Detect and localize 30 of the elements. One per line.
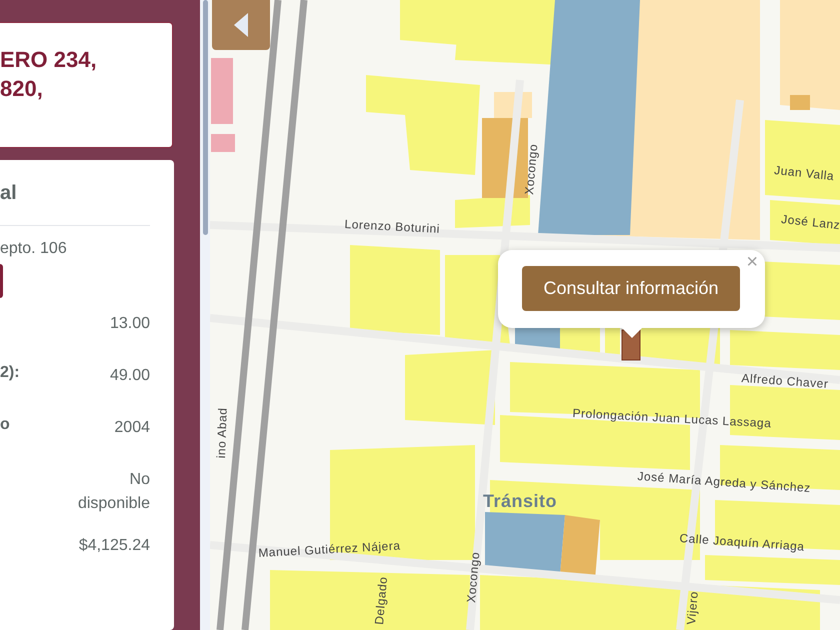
street-label: Vijero (684, 590, 701, 626)
field-value: No disponible (76, 470, 150, 514)
street-label: Calle Joaquín Arriaga (679, 531, 805, 554)
address-title: ERO 234, 820, (0, 46, 98, 103)
street-label: Xocongo (522, 143, 540, 196)
scrollbar-track[interactable] (200, 0, 210, 630)
close-button[interactable]: × (743, 252, 761, 272)
field-value: 49.00 (108, 366, 150, 386)
card-heading: al (0, 182, 18, 205)
street-label: José María Agreda y Sánchez (637, 469, 812, 496)
street-label: Alfredo Chaver (741, 371, 829, 392)
map-drawing[interactable] (210, 0, 840, 630)
unit-text: epto. 106 (0, 240, 68, 258)
scrollbar-thumb[interactable] (203, 0, 208, 235)
street-label: Lorenzo Boturini (344, 217, 440, 236)
field-value: 13.00 (108, 314, 150, 334)
street-label: Delgado (372, 576, 390, 626)
field-label: o (0, 416, 10, 434)
triangle-left-icon (232, 12, 250, 38)
street-label: Prolongación Juan Lucas Lassaga (572, 406, 772, 430)
consult-info-button[interactable]: Consultar información (522, 266, 740, 311)
field-label: 2): (0, 364, 20, 382)
street-label: Juan Valla (774, 163, 835, 184)
field-value: $4,125.24 (78, 536, 150, 556)
street-label: Manuel Gutiérrez Nájera (258, 538, 401, 560)
collapse-panel-button[interactable] (212, 0, 270, 50)
street-label: ino Abad (214, 407, 230, 458)
street-label: José Lanz (780, 212, 840, 232)
street-label: Xocongo (464, 551, 482, 604)
field-value: 2004 (113, 418, 150, 438)
